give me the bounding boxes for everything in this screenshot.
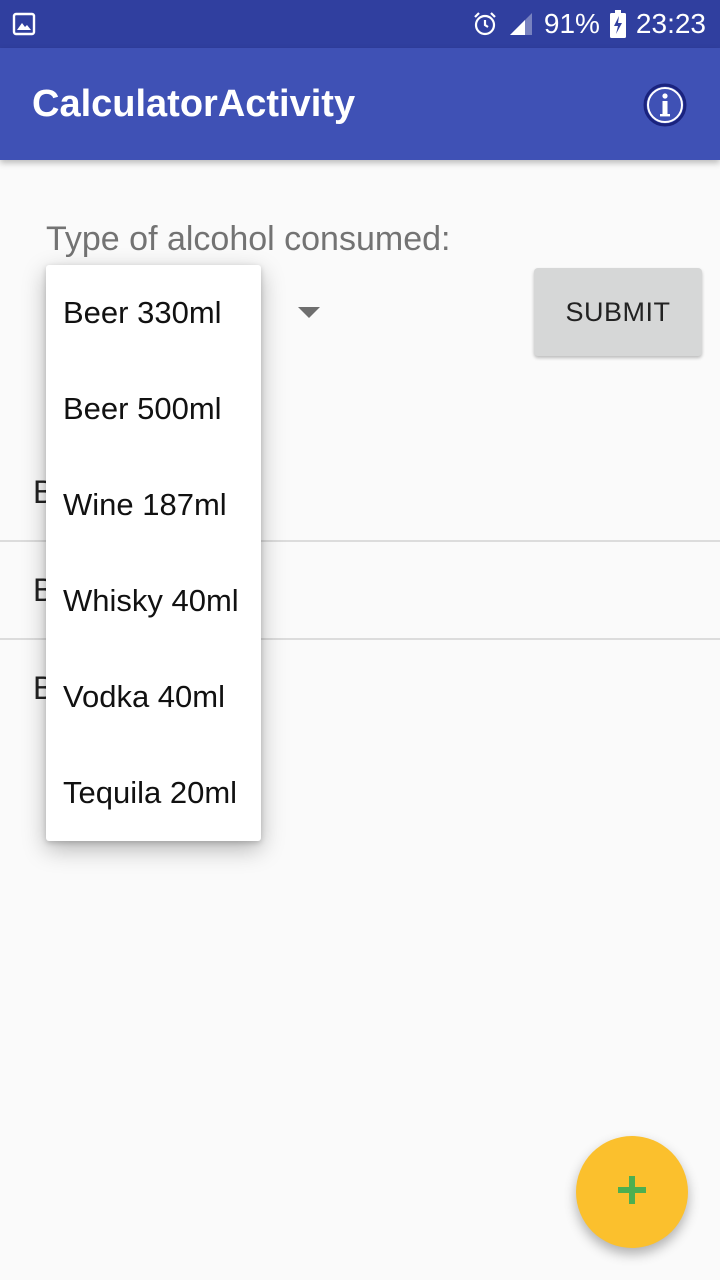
dropdown-option-vodka-40[interactable]: Vodka 40ml: [46, 649, 261, 745]
submit-button[interactable]: SUBMIT: [534, 268, 702, 356]
dropdown-arrow-icon[interactable]: [298, 307, 320, 318]
dropdown-option-whisky-40[interactable]: Whisky 40ml: [46, 553, 261, 649]
dropdown-option-beer-330[interactable]: Beer 330ml: [46, 265, 261, 361]
plus-icon: [618, 1175, 646, 1209]
dropdown-option-wine-187[interactable]: Wine 187ml: [46, 457, 261, 553]
signal-icon: [508, 11, 534, 37]
dropdown-option-tequila-20[interactable]: Tequila 20ml: [46, 745, 261, 841]
info-icon[interactable]: [642, 82, 688, 128]
alarm-icon: [472, 11, 498, 37]
dropdown-option-beer-500[interactable]: Beer 500ml: [46, 361, 261, 457]
app-title: CalculatorActivity: [32, 83, 356, 125]
status-bar: 91% 23:23: [0, 0, 720, 48]
image-icon: [12, 12, 36, 36]
app-bar: CalculatorActivity: [0, 48, 720, 160]
alcohol-type-dropdown: Beer 330ml Beer 500ml Wine 187ml Whisky …: [46, 265, 261, 841]
add-drink-button[interactable]: [576, 1136, 688, 1248]
battery-charging-icon: [609, 10, 626, 38]
battery-text: 91%: [543, 8, 600, 39]
clock-time: 23:23: [635, 8, 706, 39]
alcohol-type-label: Type of alcohol consumed:: [46, 220, 451, 258]
